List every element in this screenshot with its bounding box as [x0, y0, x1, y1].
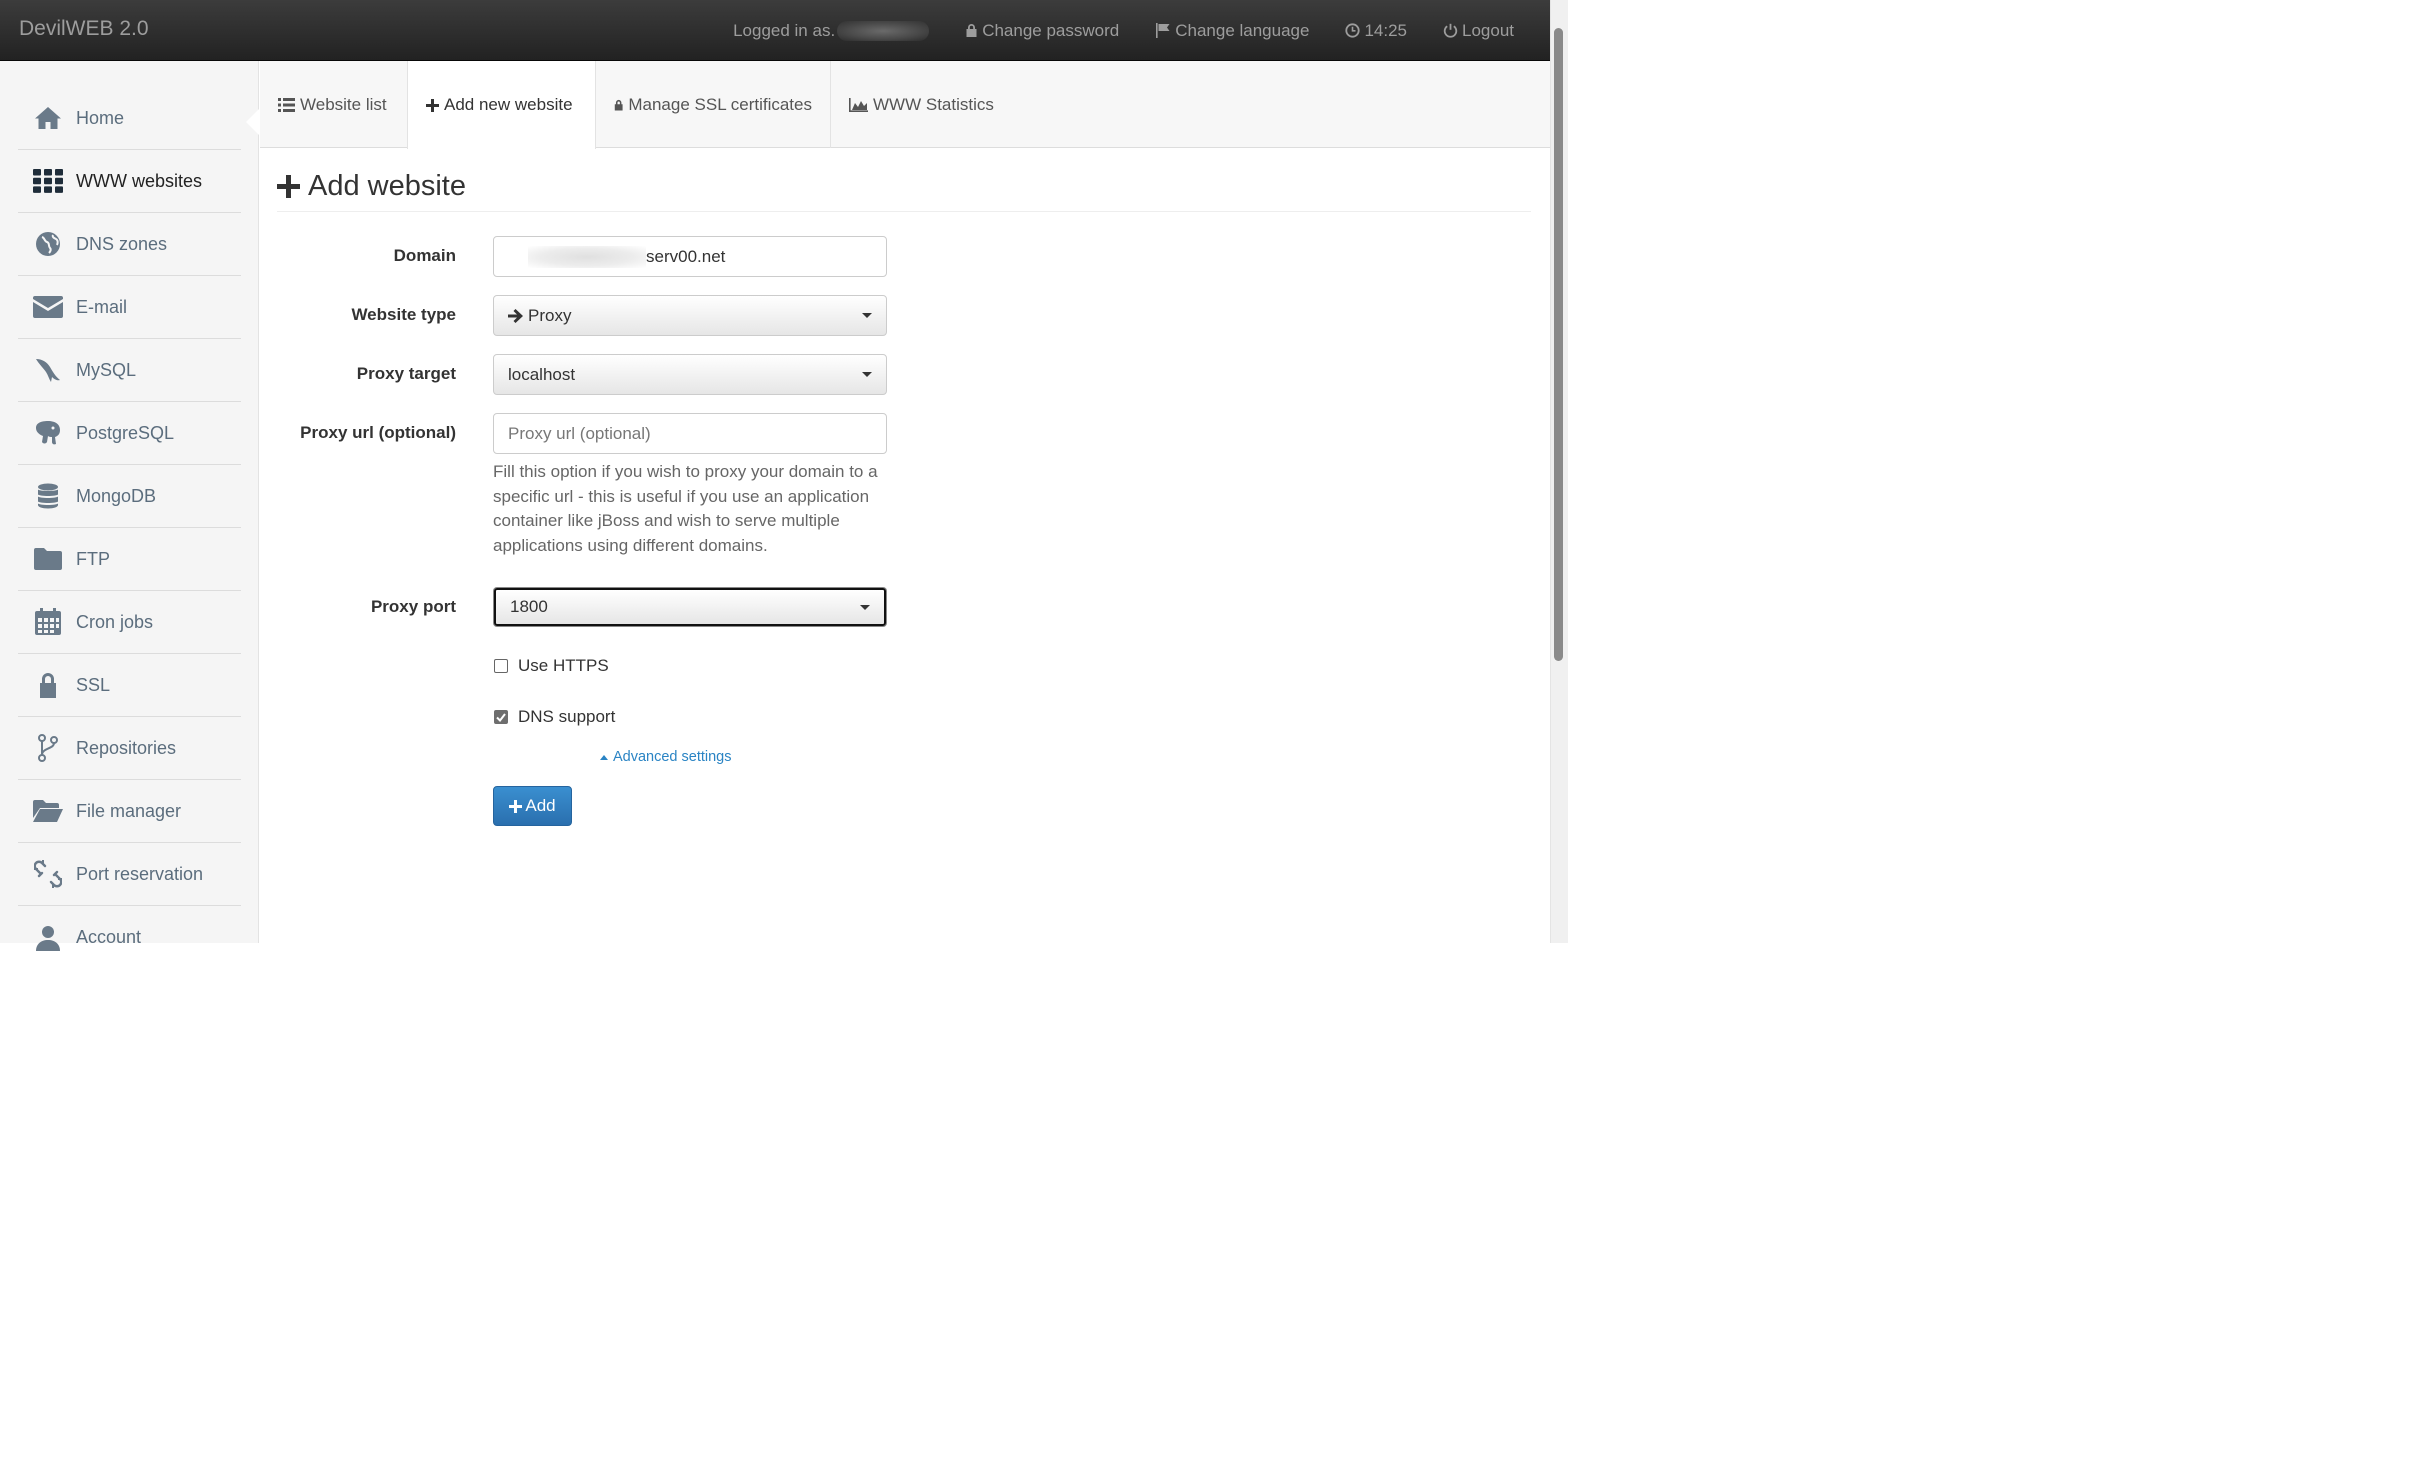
- chevron-down-icon: [862, 313, 872, 318]
- tab-add-new-website[interactable]: Add new website: [407, 61, 596, 149]
- lock-icon: [614, 99, 623, 110]
- domain-value: serv00.net: [646, 246, 726, 266]
- website-type-select[interactable]: Proxy: [493, 295, 887, 336]
- plus-icon: [509, 799, 523, 813]
- title-divider: [277, 211, 1531, 212]
- sidebar-item-home[interactable]: Home: [18, 87, 241, 150]
- power-icon: [1443, 23, 1458, 38]
- plus-icon: [426, 98, 439, 112]
- chevron-down-icon: [860, 605, 870, 610]
- advanced-settings-link[interactable]: Advanced settings: [600, 749, 732, 765]
- proxy-port-select[interactable]: 1800: [494, 588, 886, 626]
- flag-icon: [1156, 23, 1170, 38]
- lock-icon: [18, 654, 76, 717]
- sidebar-item-dns-zones[interactable]: DNS zones: [18, 213, 241, 276]
- checkmark-icon: [496, 712, 506, 722]
- sidebar-item-mysql[interactable]: MySQL: [18, 339, 241, 402]
- checkbox-checked[interactable]: [494, 710, 508, 724]
- user-icon: [18, 906, 76, 969]
- sidebar-item-email[interactable]: E-mail: [18, 276, 241, 339]
- page-title: Add website: [277, 170, 466, 203]
- sidebar-item-www-websites[interactable]: WWW websites: [18, 150, 241, 213]
- plus-icon: [277, 175, 300, 198]
- domain-prefix-redacted: [528, 245, 646, 268]
- sidebar-item-port-reservation[interactable]: Port reservation: [18, 843, 241, 906]
- folder-icon: [18, 528, 76, 591]
- chevron-down-icon: [862, 372, 872, 377]
- sidebar-item-postgresql[interactable]: PostgreSQL: [18, 402, 241, 465]
- unlink-icon: [18, 843, 76, 906]
- sidebar-item-repositories[interactable]: Repositories: [18, 717, 241, 780]
- branch-icon: [18, 717, 76, 780]
- tab-www-statistics[interactable]: WWW Statistics: [831, 61, 1012, 148]
- brand-logo[interactable]: DevilWEB 2.0: [19, 17, 149, 41]
- proxy-url-label: Proxy url (optional): [300, 423, 456, 442]
- area-chart-icon: [849, 97, 868, 112]
- sidebar-item-account[interactable]: Account: [18, 906, 241, 969]
- sidebar-item-cron-jobs[interactable]: Cron jobs: [18, 591, 241, 654]
- home-icon: [18, 87, 76, 150]
- tab-website-list[interactable]: Website list: [260, 61, 408, 148]
- logged-in-as: Logged in as.: [733, 20, 930, 41]
- domain-label: Domain: [393, 246, 456, 265]
- top-navbar: DevilWEB 2.0 Logged in as. Change passwo…: [0, 0, 1550, 61]
- clock-time: 14:25: [1364, 20, 1407, 40]
- sidebar-item-ftp[interactable]: FTP: [18, 528, 241, 591]
- dns-support-checkbox[interactable]: DNS support: [493, 707, 615, 727]
- proxy-url-help-text: Fill this option if you wish to proxy yo…: [493, 462, 878, 555]
- proxy-target-select[interactable]: localhost: [493, 354, 887, 395]
- logout-link[interactable]: Logout: [1443, 21, 1514, 41]
- change-password-link[interactable]: Change password: [965, 21, 1119, 41]
- mysql-dolphin-icon: [18, 339, 76, 402]
- website-type-label: Website type: [351, 305, 456, 324]
- username-redacted: [837, 20, 930, 41]
- database-icon: [18, 465, 76, 528]
- clock-display: 14:25: [1345, 21, 1407, 41]
- arrow-right-icon: [508, 308, 523, 323]
- domain-input[interactable]: serv00.net: [493, 236, 887, 277]
- calendar-icon: [18, 591, 76, 654]
- top-nav: Logged in as. Change password Change lan…: [697, 0, 1514, 61]
- use-https-checkbox[interactable]: Use HTTPS: [493, 656, 609, 676]
- add-website-button[interactable]: Add: [493, 786, 572, 826]
- website-tabs: Website list Add new website Manage SSL …: [260, 61, 1550, 149]
- checkbox-unchecked[interactable]: [494, 659, 508, 673]
- logged-in-label: Logged in as: [733, 20, 831, 40]
- page-scrollbar-thumb[interactable]: [1554, 28, 1563, 661]
- change-language-link[interactable]: Change language: [1155, 21, 1309, 41]
- caret-up-icon: [600, 754, 608, 760]
- clock-icon: [1345, 23, 1361, 38]
- tab-manage-ssl[interactable]: Manage SSL certificates: [596, 61, 831, 148]
- sidebar-item-file-manager[interactable]: File manager: [18, 780, 241, 843]
- envelope-icon: [18, 276, 76, 339]
- proxy-url-input[interactable]: [493, 413, 887, 454]
- postgresql-elephant-icon: [18, 402, 76, 465]
- list-icon: [278, 97, 295, 112]
- proxy-port-label: Proxy port: [370, 597, 456, 616]
- active-item-pointer: [246, 108, 260, 136]
- sidebar: Home WWW websites DNS zones E-mail MySQL…: [0, 61, 259, 951]
- grid-icon: [18, 150, 76, 213]
- globe-icon: [18, 213, 76, 276]
- folder-open-icon: [18, 780, 76, 843]
- sidebar-item-mongodb[interactable]: MongoDB: [18, 465, 241, 528]
- lock-icon: [966, 24, 977, 37]
- sidebar-item-ssl[interactable]: SSL: [18, 654, 241, 717]
- proxy-target-label: Proxy target: [356, 364, 456, 383]
